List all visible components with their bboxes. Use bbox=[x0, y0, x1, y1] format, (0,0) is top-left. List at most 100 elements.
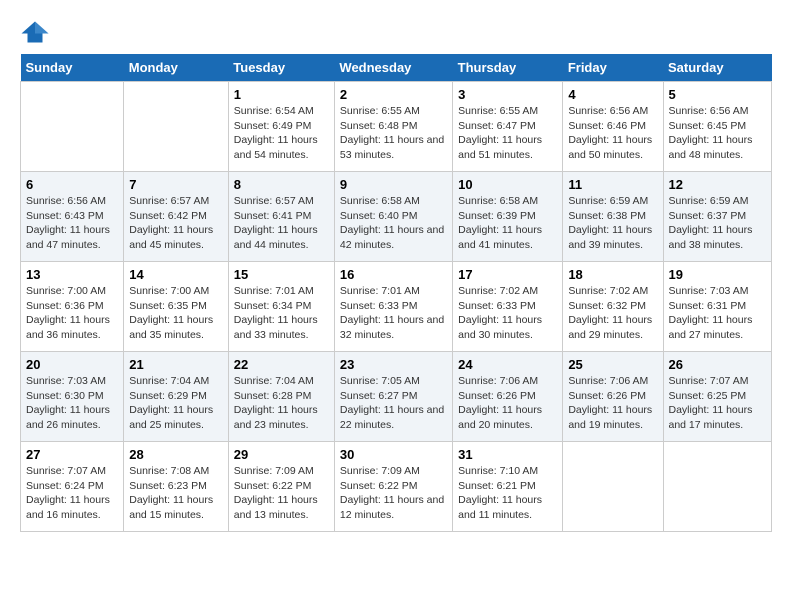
day-info: Sunrise: 6:58 AMSunset: 6:40 PMDaylight:… bbox=[340, 194, 447, 253]
header-saturday: Saturday bbox=[663, 54, 772, 82]
day-info: Sunrise: 7:04 AMSunset: 6:29 PMDaylight:… bbox=[129, 374, 223, 433]
day-info: Sunrise: 7:03 AMSunset: 6:30 PMDaylight:… bbox=[26, 374, 118, 433]
day-info: Sunrise: 6:58 AMSunset: 6:39 PMDaylight:… bbox=[458, 194, 557, 253]
day-number: 9 bbox=[340, 177, 447, 192]
day-number: 14 bbox=[129, 267, 223, 282]
day-number: 19 bbox=[669, 267, 767, 282]
page-header bbox=[20, 20, 772, 44]
logo-icon bbox=[20, 20, 50, 44]
day-info: Sunrise: 6:57 AMSunset: 6:42 PMDaylight:… bbox=[129, 194, 223, 253]
day-number: 20 bbox=[26, 357, 118, 372]
day-cell: 20 Sunrise: 7:03 AMSunset: 6:30 PMDayligh… bbox=[21, 352, 124, 442]
day-cell: 6 Sunrise: 6:56 AMSunset: 6:43 PMDaylight… bbox=[21, 172, 124, 262]
day-cell: 11 Sunrise: 6:59 AMSunset: 6:38 PMDayligh… bbox=[563, 172, 663, 262]
day-cell: 29 Sunrise: 7:09 AMSunset: 6:22 PMDayligh… bbox=[228, 442, 334, 532]
day-number: 5 bbox=[669, 87, 767, 102]
day-number: 23 bbox=[340, 357, 447, 372]
day-number: 7 bbox=[129, 177, 223, 192]
day-cell: 5Sunrise: 6:56 AMSunset: 6:45 PMDaylight… bbox=[663, 82, 772, 172]
day-cell: 18 Sunrise: 7:02 AMSunset: 6:32 PMDayligh… bbox=[563, 262, 663, 352]
day-number: 12 bbox=[669, 177, 767, 192]
day-info: Sunrise: 6:56 AMSunset: 6:46 PMDaylight:… bbox=[568, 104, 657, 163]
day-number: 21 bbox=[129, 357, 223, 372]
day-info: Sunrise: 7:07 AMSunset: 6:24 PMDaylight:… bbox=[26, 464, 118, 523]
day-cell bbox=[124, 82, 229, 172]
week-row-5: 27 Sunrise: 7:07 AMSunset: 6:24 PMDayligh… bbox=[21, 442, 772, 532]
day-cell: 24Sunrise: 7:06 AMSunset: 6:26 PMDayligh… bbox=[453, 352, 563, 442]
day-cell: 15 Sunrise: 7:01 AMSunset: 6:34 PMDayligh… bbox=[228, 262, 334, 352]
day-info: Sunrise: 7:06 AMSunset: 6:26 PMDaylight:… bbox=[458, 374, 557, 433]
day-number: 1 bbox=[234, 87, 329, 102]
day-number: 2 bbox=[340, 87, 447, 102]
week-row-4: 20 Sunrise: 7:03 AMSunset: 6:30 PMDayligh… bbox=[21, 352, 772, 442]
day-number: 17 bbox=[458, 267, 557, 282]
day-cell: 8Sunrise: 6:57 AMSunset: 6:41 PMDaylight… bbox=[228, 172, 334, 262]
day-cell: 28 Sunrise: 7:08 AMSunset: 6:23 PMDayligh… bbox=[124, 442, 229, 532]
day-info: Sunrise: 7:00 AMSunset: 6:36 PMDaylight:… bbox=[26, 284, 118, 343]
header-tuesday: Tuesday bbox=[228, 54, 334, 82]
header-friday: Friday bbox=[563, 54, 663, 82]
day-cell: 9 Sunrise: 6:58 AMSunset: 6:40 PMDaylight… bbox=[334, 172, 452, 262]
day-number: 8 bbox=[234, 177, 329, 192]
day-number: 13 bbox=[26, 267, 118, 282]
day-info: Sunrise: 7:06 AMSunset: 6:26 PMDaylight:… bbox=[568, 374, 657, 433]
day-cell: 23 Sunrise: 7:05 AMSunset: 6:27 PMDayligh… bbox=[334, 352, 452, 442]
day-info: Sunrise: 7:03 AMSunset: 6:31 PMDaylight:… bbox=[669, 284, 767, 343]
week-row-2: 6 Sunrise: 6:56 AMSunset: 6:43 PMDaylight… bbox=[21, 172, 772, 262]
day-number: 18 bbox=[568, 267, 657, 282]
day-cell: 3Sunrise: 6:55 AMSunset: 6:47 PMDaylight… bbox=[453, 82, 563, 172]
day-info: Sunrise: 6:55 AMSunset: 6:48 PMDaylight:… bbox=[340, 104, 447, 163]
day-info: Sunrise: 7:05 AMSunset: 6:27 PMDaylight:… bbox=[340, 374, 447, 433]
day-info: Sunrise: 7:08 AMSunset: 6:23 PMDaylight:… bbox=[129, 464, 223, 523]
day-cell: 12Sunrise: 6:59 AMSunset: 6:37 PMDayligh… bbox=[663, 172, 772, 262]
day-info: Sunrise: 7:09 AMSunset: 6:22 PMDaylight:… bbox=[340, 464, 447, 523]
day-cell: 21 Sunrise: 7:04 AMSunset: 6:29 PMDayligh… bbox=[124, 352, 229, 442]
header-row: SundayMondayTuesdayWednesdayThursdayFrid… bbox=[21, 54, 772, 82]
calendar-table: SundayMondayTuesdayWednesdayThursdayFrid… bbox=[20, 54, 772, 532]
day-info: Sunrise: 6:59 AMSunset: 6:38 PMDaylight:… bbox=[568, 194, 657, 253]
day-cell: 16 Sunrise: 7:01 AMSunset: 6:33 PMDayligh… bbox=[334, 262, 452, 352]
day-cell: 31Sunrise: 7:10 AMSunset: 6:21 PMDayligh… bbox=[453, 442, 563, 532]
day-cell: 30 Sunrise: 7:09 AMSunset: 6:22 PMDayligh… bbox=[334, 442, 452, 532]
day-number: 4 bbox=[568, 87, 657, 102]
day-number: 27 bbox=[26, 447, 118, 462]
day-number: 10 bbox=[458, 177, 557, 192]
day-info: Sunrise: 6:56 AMSunset: 6:43 PMDaylight:… bbox=[26, 194, 118, 253]
day-info: Sunrise: 7:02 AMSunset: 6:33 PMDaylight:… bbox=[458, 284, 557, 343]
day-cell: 17 Sunrise: 7:02 AMSunset: 6:33 PMDayligh… bbox=[453, 262, 563, 352]
day-cell: 27 Sunrise: 7:07 AMSunset: 6:24 PMDayligh… bbox=[21, 442, 124, 532]
day-number: 30 bbox=[340, 447, 447, 462]
day-number: 29 bbox=[234, 447, 329, 462]
day-number: 11 bbox=[568, 177, 657, 192]
day-cell: 26 Sunrise: 7:07 AMSunset: 6:25 PMDayligh… bbox=[663, 352, 772, 442]
day-info: Sunrise: 7:07 AMSunset: 6:25 PMDaylight:… bbox=[669, 374, 767, 433]
day-cell bbox=[563, 442, 663, 532]
day-cell: 1 Sunrise: 6:54 AMSunset: 6:49 PMDaylight… bbox=[228, 82, 334, 172]
header-monday: Monday bbox=[124, 54, 229, 82]
day-info: Sunrise: 7:02 AMSunset: 6:32 PMDaylight:… bbox=[568, 284, 657, 343]
header-thursday: Thursday bbox=[453, 54, 563, 82]
day-cell: 10 Sunrise: 6:58 AMSunset: 6:39 PMDayligh… bbox=[453, 172, 563, 262]
day-cell: 19 Sunrise: 7:03 AMSunset: 6:31 PMDayligh… bbox=[663, 262, 772, 352]
day-info: Sunrise: 7:04 AMSunset: 6:28 PMDaylight:… bbox=[234, 374, 329, 433]
day-number: 26 bbox=[669, 357, 767, 372]
day-number: 31 bbox=[458, 447, 557, 462]
day-info: Sunrise: 7:01 AMSunset: 6:34 PMDaylight:… bbox=[234, 284, 329, 343]
day-number: 3 bbox=[458, 87, 557, 102]
day-cell: 22 Sunrise: 7:04 AMSunset: 6:28 PMDayligh… bbox=[228, 352, 334, 442]
day-cell bbox=[21, 82, 124, 172]
day-number: 15 bbox=[234, 267, 329, 282]
day-info: Sunrise: 7:09 AMSunset: 6:22 PMDaylight:… bbox=[234, 464, 329, 523]
day-cell: 4 Sunrise: 6:56 AMSunset: 6:46 PMDaylight… bbox=[563, 82, 663, 172]
day-number: 6 bbox=[26, 177, 118, 192]
day-number: 25 bbox=[568, 357, 657, 372]
day-cell: 25 Sunrise: 7:06 AMSunset: 6:26 PMDayligh… bbox=[563, 352, 663, 442]
header-sunday: Sunday bbox=[21, 54, 124, 82]
day-number: 22 bbox=[234, 357, 329, 372]
day-number: 28 bbox=[129, 447, 223, 462]
day-info: Sunrise: 6:54 AMSunset: 6:49 PMDaylight:… bbox=[234, 104, 329, 163]
day-number: 16 bbox=[340, 267, 447, 282]
day-info: Sunrise: 7:01 AMSunset: 6:33 PMDaylight:… bbox=[340, 284, 447, 343]
day-cell: 14Sunrise: 7:00 AMSunset: 6:35 PMDayligh… bbox=[124, 262, 229, 352]
day-cell bbox=[663, 442, 772, 532]
